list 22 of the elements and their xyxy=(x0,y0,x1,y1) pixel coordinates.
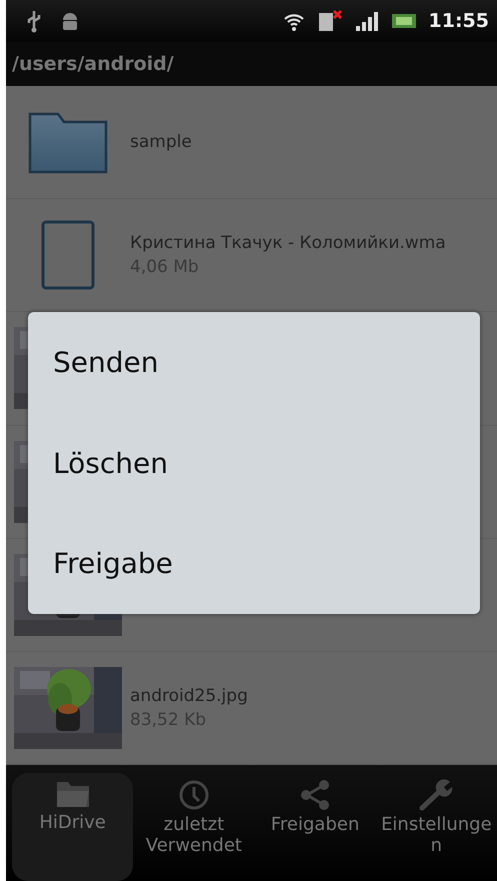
menu-item[interactable]: Senden xyxy=(28,312,480,413)
share-icon xyxy=(299,779,332,811)
file-name: android25.jpg xyxy=(130,686,248,706)
sim-error-icon xyxy=(316,9,343,33)
folder-icon xyxy=(28,110,108,174)
menu-item[interactable]: Freigabe xyxy=(28,513,480,614)
signal-icon xyxy=(354,10,379,32)
path-text: /users/android/ xyxy=(12,53,174,75)
tab[interactable]: HiDrive xyxy=(12,773,134,881)
file-icon xyxy=(41,220,95,290)
file-name: Кристина Ткачук - Коломийки.wma xyxy=(130,233,446,254)
file-row[interactable]: sample xyxy=(6,86,497,200)
wrench-icon xyxy=(418,779,454,811)
menu-item[interactable]: Löschen xyxy=(28,412,480,514)
clock-icon xyxy=(178,779,210,811)
clock-time: 11:55 xyxy=(428,10,489,32)
battery-icon xyxy=(390,12,417,30)
tab[interactable]: Freigaben xyxy=(254,773,376,881)
usb-icon xyxy=(26,9,42,33)
file-name: sample xyxy=(130,132,192,152)
tab[interactable]: Einstellungen xyxy=(376,773,497,881)
tab[interactable]: zuletzt Verwendet xyxy=(133,773,254,881)
